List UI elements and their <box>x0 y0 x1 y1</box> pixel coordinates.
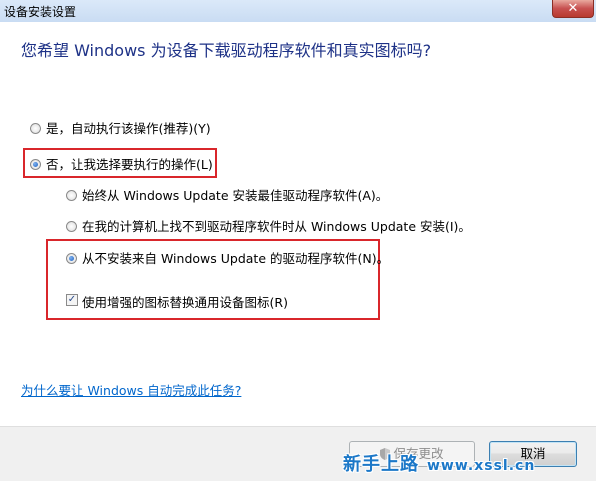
option-always-label[interactable]: 始终从 Windows Update 安装最佳驱动程序软件(A)。 <box>82 185 388 204</box>
option-never-label[interactable]: 从不安装来自 Windows Update 的驱动程序软件(N)。 <box>82 248 389 267</box>
option-manual-label[interactable]: 否，让我选择要执行的操作(L) <box>46 154 213 173</box>
radio-manual[interactable] <box>30 159 41 170</box>
title-bar: 设备安装设置 ✕ <box>0 0 596 23</box>
close-icon: ✕ <box>567 1 579 16</box>
enhanced-icons-label[interactable]: 使用增强的图标替换通用设备图标(R) <box>82 292 288 311</box>
watermark-url: www.xssl.cn <box>427 458 536 474</box>
site-watermark: 新手上路 www.xssl.cn <box>343 450 535 476</box>
help-link[interactable]: 为什么要让 Windows 自动完成此任务? <box>21 380 241 399</box>
option-fallback-label[interactable]: 在我的计算机上找不到驱动程序软件时从 Windows Update 安装(I)。 <box>82 216 471 235</box>
radio-auto[interactable] <box>30 123 41 134</box>
radio-always[interactable] <box>66 190 77 201</box>
radio-never[interactable] <box>66 253 77 264</box>
dialog-content: 您希望 Windows 为设备下载驱动程序软件和真实图标吗? 是，自动执行该操作… <box>0 22 596 426</box>
dialog-question: 您希望 Windows 为设备下载驱动程序软件和真实图标吗? <box>21 41 432 60</box>
close-button[interactable]: ✕ <box>552 0 594 18</box>
option-auto-label[interactable]: 是，自动执行该操作(推荐)(Y) <box>46 118 211 137</box>
watermark-text: 新手上路 <box>343 454 419 475</box>
radio-fallback[interactable] <box>66 221 77 232</box>
window-title: 设备安装设置 <box>4 5 77 19</box>
enhanced-icons-checkbox[interactable]: ✓ <box>66 294 78 306</box>
